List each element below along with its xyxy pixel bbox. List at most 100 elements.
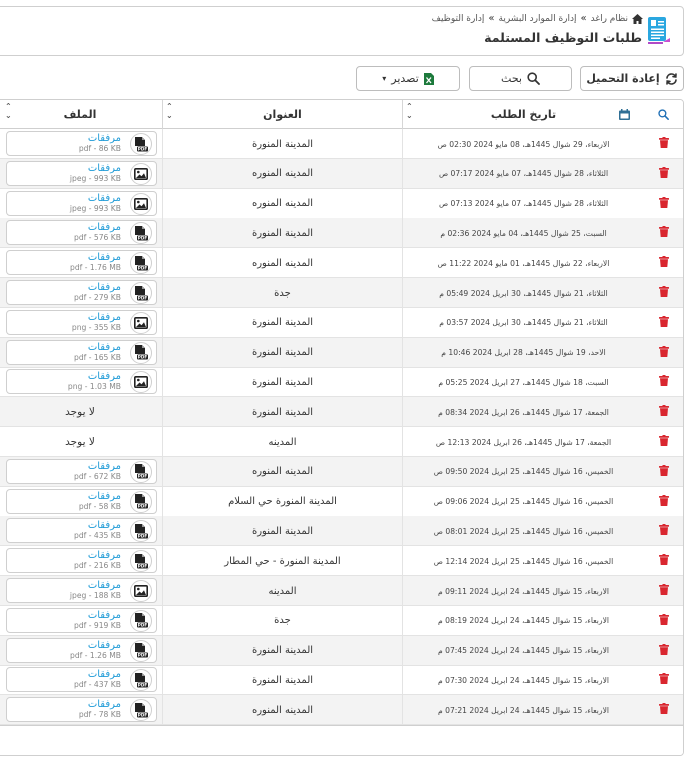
table-row[interactable]: الجمعة، 17 شوال 1445هـ، 26 ابريل 2024 12… (0, 427, 683, 457)
pdf-file-icon: PDF (130, 639, 152, 662)
sort-icon[interactable]: ⌃ ⌄ (406, 102, 413, 120)
table-row[interactable]: الاحد، 19 شوال 1445هـ، 28 ابريل 2024 10:… (0, 337, 683, 368)
trash-icon[interactable] (658, 286, 669, 300)
attachment-meta: pdf - 1.76 MB (70, 263, 121, 273)
header-file[interactable]: ⌃ ⌄ الملف (0, 100, 162, 129)
breadcrumb-item-system[interactable]: نظام راغد (591, 14, 628, 24)
file-cell: PDF مرفقات pdf - 672 KB (0, 457, 162, 487)
trash-icon[interactable] (658, 464, 669, 479)
trash-icon[interactable] (658, 494, 669, 509)
trash-icon[interactable] (658, 405, 669, 419)
attachment-link[interactable]: PDF مرفقات pdf - 919 KB (6, 607, 157, 633)
attachment-link[interactable]: مرفقات png - 1.03 MB (6, 369, 157, 395)
table-row[interactable]: الخميس، 16 شوال 1445هـ، 25 ابريل 2024 09… (0, 486, 683, 517)
attachment-link[interactable]: PDF مرفقات pdf - 672 KB (6, 458, 157, 484)
attachment-link[interactable]: PDF مرفقات pdf - 576 KB (6, 220, 157, 246)
trash-icon[interactable] (658, 584, 669, 598)
reload-label: إعادة التحميل (586, 72, 660, 85)
file-cell: مرفقات jpeg - 188 KB (0, 576, 162, 606)
trash-icon[interactable] (658, 524, 669, 538)
table-row[interactable]: الاربعاء، 15 شوال 1445هـ، 24 ابريل 2024 … (0, 635, 683, 666)
attachment-link[interactable]: PDF مرفقات pdf - 216 KB (6, 548, 157, 574)
trash-icon[interactable] (658, 554, 669, 568)
reload-button[interactable]: إعادة التحميل (580, 66, 684, 91)
header-request-date[interactable]: ⌃ ⌄ تاريخ الطلب (402, 100, 644, 129)
table-row[interactable]: الاربعاء، 15 شوال 1445هـ، 24 ابريل 2024 … (0, 695, 683, 726)
home-icon[interactable] (632, 13, 643, 24)
attachment-link[interactable]: PDF مرفقات pdf - 279 KB (6, 280, 157, 305)
attachment-meta: pdf - 58 KB (78, 501, 121, 511)
export-dropdown-button[interactable]: تصدير ▾ (356, 66, 460, 91)
attachment-meta: jpeg - 993 KB (69, 173, 121, 183)
table-row[interactable]: الخميس، 16 شوال 1445هـ، 25 ابريل 2024 09… (0, 456, 683, 487)
attachment-label: مرفقات (87, 699, 121, 711)
attachment-link[interactable]: PDF مرفقات pdf - 435 KB (6, 518, 157, 544)
svg-text:PDF: PDF (138, 474, 148, 479)
file-cell: PDF مرفقات pdf - 576 KB (0, 218, 162, 248)
attachment-meta: pdf - 279 KB (74, 293, 121, 302)
trash-icon[interactable] (658, 345, 669, 360)
attachment-label: مرفقات (87, 252, 121, 264)
trash-icon[interactable] (658, 256, 669, 270)
pdf-file-icon: PDF (130, 282, 152, 304)
pdf-file-icon: PDF (130, 699, 152, 722)
pdf-file-icon: PDF (130, 222, 152, 245)
attachment-label: مرفقات (87, 550, 121, 562)
table-row[interactable]: الثلاثاء، 21 شوال 1445هـ، 30 ابريل 2024 … (0, 307, 683, 338)
title-cell: المدينه المنوره (162, 188, 402, 219)
table-row[interactable]: الثلاثاء، 21 شوال 1445هـ، 30 ابريل 2024 … (0, 278, 683, 308)
title-cell: المدينة المنورة - حي المطار (162, 546, 402, 577)
image-file-icon (130, 371, 152, 394)
attachment-meta: pdf - 576 KB (74, 233, 121, 243)
attachment-link[interactable]: مرفقات png - 355 KB (6, 309, 157, 335)
trash-icon[interactable] (658, 435, 669, 449)
trash-icon[interactable] (658, 703, 669, 717)
table-row[interactable]: الجمعة، 17 شوال 1445هـ، 26 ابريل 2024 08… (0, 397, 683, 428)
breadcrumb-item-recruitment[interactable]: إدارة التوظيف (432, 14, 485, 24)
attachment-link[interactable]: مرفقات jpeg - 993 KB (6, 160, 157, 186)
trash-icon[interactable] (658, 196, 669, 211)
trash-icon[interactable] (658, 613, 669, 628)
attachment-link[interactable]: PDF مرفقات pdf - 437 KB (6, 667, 157, 693)
trash-icon[interactable] (658, 643, 669, 658)
trash-icon[interactable] (658, 375, 669, 389)
row-actions (644, 427, 683, 457)
table-row[interactable]: الثلاثاء، 28 شوال 1445هـ، 07 مايو 2024 0… (0, 188, 683, 219)
table-row[interactable]: الاربعاء، 15 شوال 1445هـ، 24 ابريل 2024 … (0, 665, 683, 696)
attachment-link[interactable]: PDF مرفقات pdf - 86 KB (6, 131, 157, 156)
attachment-link[interactable]: PDF مرفقات pdf - 1.26 MB (6, 637, 157, 663)
trash-icon[interactable] (658, 315, 669, 330)
table-row[interactable]: الاربعاء، 15 شوال 1445هـ، 24 ابريل 2024 … (0, 576, 683, 606)
attachment-meta: jpeg - 188 KB (69, 591, 121, 600)
title-cell: المدينه (162, 576, 402, 606)
breadcrumb-item-hr[interactable]: إدارة الموارد البشرية (499, 14, 577, 24)
table-row[interactable]: الثلاثاء، 28 شوال 1445هـ، 07 مايو 2024 0… (0, 158, 683, 189)
header-title[interactable]: ⌃ ⌄ العنوان (162, 100, 402, 129)
attachment-link[interactable]: مرفقات jpeg - 993 KB (6, 190, 157, 216)
export-label: تصدير (391, 72, 419, 85)
sort-icon[interactable]: ⌃ ⌄ (166, 102, 173, 120)
attachment-link[interactable]: PDF مرفقات pdf - 78 KB (6, 697, 157, 723)
table-row[interactable]: السبت، 25 شوال 1445هـ، 04 مايو 2024 02:3… (0, 218, 683, 249)
table-row[interactable]: الخميس، 16 شوال 1445هـ، 25 ابريل 2024 12… (0, 546, 683, 577)
sort-icon[interactable]: ⌃ ⌄ (5, 102, 12, 120)
search-button[interactable]: بحث (469, 66, 572, 91)
attachment-link[interactable]: PDF مرفقات pdf - 58 KB (6, 488, 157, 514)
attachment-link[interactable]: مرفقات jpeg - 188 KB (6, 578, 157, 603)
attachment-link[interactable]: PDF مرفقات pdf - 165 KB (6, 339, 157, 365)
table-row[interactable]: الاربعاء، 22 شوال 1445هـ، 01 مايو 2024 1… (0, 248, 683, 279)
table-row[interactable]: الاربعاء، 29 شوال 1445هـ، 08 مايو 2024 0… (0, 129, 683, 159)
file-cell: مرفقات png - 355 KB (0, 308, 162, 338)
attachment-link[interactable]: PDF مرفقات pdf - 1.76 MB (6, 250, 157, 276)
search-icon[interactable] (658, 109, 669, 120)
trash-icon[interactable] (658, 673, 669, 687)
svg-text:PDF: PDF (138, 504, 148, 509)
table-row[interactable]: الخميس، 16 شوال 1445هـ، 25 ابريل 2024 08… (0, 516, 683, 547)
trash-icon[interactable] (658, 226, 669, 240)
table-row[interactable]: السبت، 18 شوال 1445هـ، 27 ابريل 2024 05:… (0, 367, 683, 398)
table-row[interactable]: الاربعاء، 15 شوال 1445هـ، 24 ابريل 2024 … (0, 605, 683, 636)
trash-icon[interactable] (658, 137, 669, 151)
trash-icon[interactable] (658, 166, 669, 181)
title-cell: جدة (162, 605, 402, 636)
header-actions[interactable] (644, 100, 683, 129)
